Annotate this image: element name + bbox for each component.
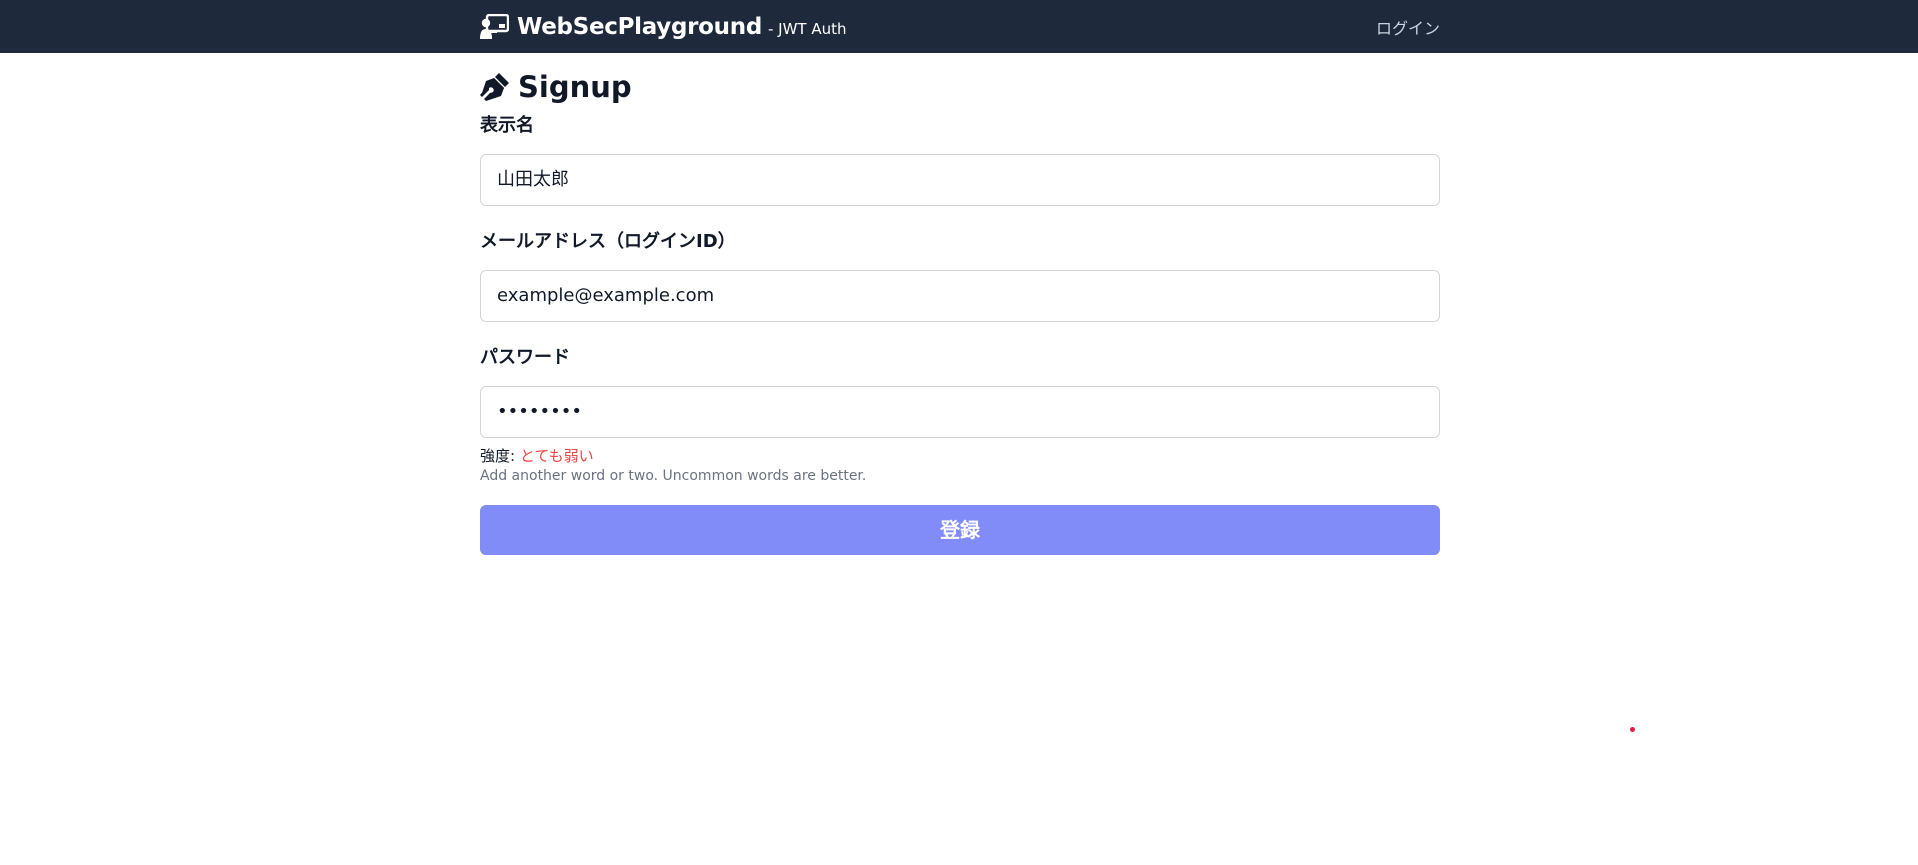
strength-label: 強度:: [480, 447, 516, 465]
password-input[interactable]: ••••••••: [480, 386, 1440, 438]
login-link[interactable]: ログイン: [1376, 15, 1440, 39]
presentation-user-icon: [480, 13, 509, 39]
register-button[interactable]: 登録: [480, 505, 1440, 555]
pen-nib-icon: [480, 73, 509, 101]
strength-value: とても弱い: [519, 447, 594, 465]
page-title: Signup: [480, 53, 1440, 113]
signup-container: Signup 表示名 山田太郎 メールアドレス（ログインID） example@…: [480, 53, 1440, 555]
top-navbar: WebSecPlayground - JWT Auth ログイン: [0, 0, 1918, 53]
brand-subtitle: - JWT Auth: [767, 19, 847, 38]
page-title-text: Signup: [518, 70, 632, 104]
password-hint: Add another word or two. Uncommon words …: [480, 468, 867, 484]
email-input[interactable]: example@example.com: [480, 270, 1440, 322]
cursor-dot: [1630, 727, 1635, 732]
email-label: メールアドレス（ログインID）: [480, 231, 736, 252]
brand[interactable]: WebSecPlayground - JWT Auth: [480, 13, 847, 40]
password-strength: 強度: とても弱い: [480, 446, 1440, 466]
brand-name: WebSecPlayground: [517, 13, 762, 40]
navbar-inner: WebSecPlayground - JWT Auth ログイン: [480, 0, 1440, 53]
display-name-label: 表示名: [480, 115, 534, 136]
password-label: パスワード: [480, 347, 570, 368]
display-name-input[interactable]: 山田太郎: [480, 154, 1440, 206]
